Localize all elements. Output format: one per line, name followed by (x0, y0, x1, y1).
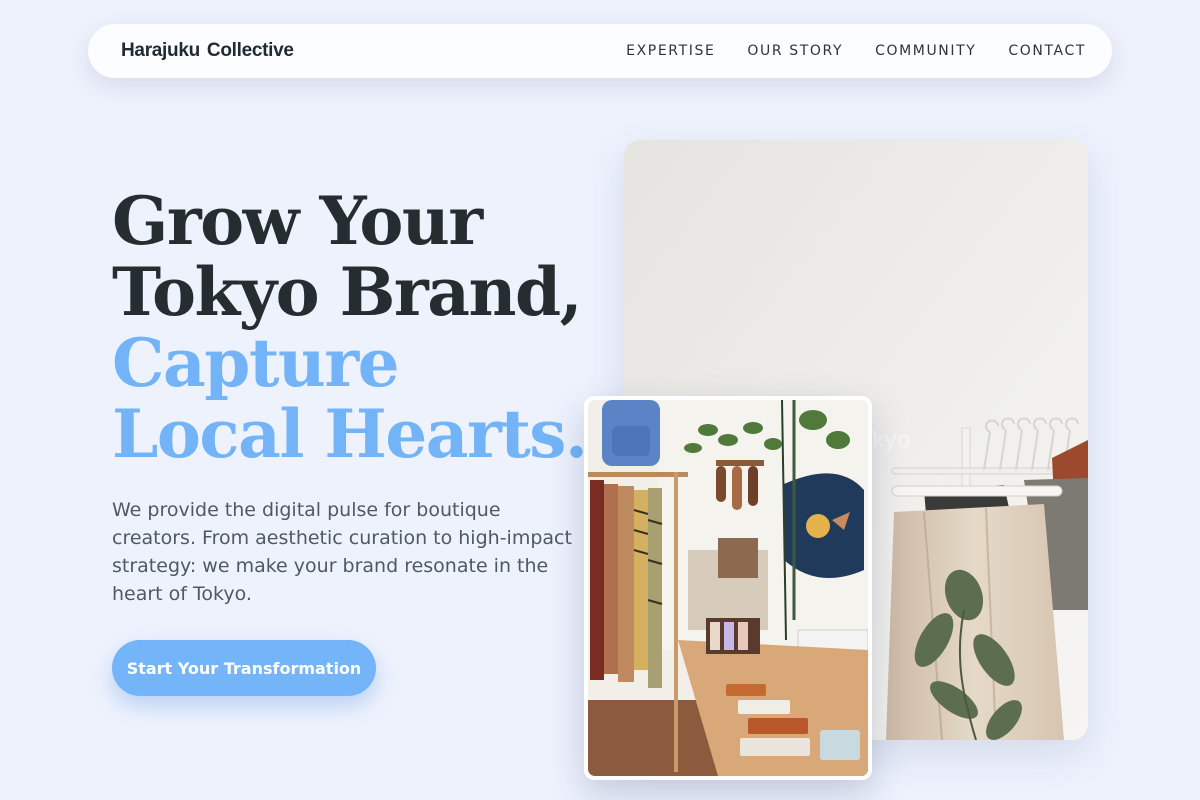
nav-link-our-story[interactable]: OUR STORY (747, 43, 843, 59)
hero-headline: Grow Your Tokyo Brand, Capture Local Hea… (112, 186, 632, 470)
photo-watermark-text: kyo (872, 428, 911, 453)
headline-line-2: Tokyo Brand, (112, 253, 583, 331)
hero-description: We provide the digital pulse for boutiqu… (112, 499, 572, 605)
brand-logo[interactable]: Harajuku Collective (121, 40, 294, 62)
headline-line-3: Capture (112, 324, 400, 402)
nav-link-expertise[interactable]: EXPERTISE (626, 43, 715, 59)
nav-links: EXPERTISE OUR STORY COMMUNITY CONTACT (626, 43, 1086, 59)
headline-line-1: Grow Your (112, 182, 483, 260)
nav-link-community[interactable]: COMMUNITY (875, 43, 976, 59)
start-transformation-button[interactable]: Start Your Transformation (112, 640, 376, 696)
brand-word-1: Harajuku (121, 40, 200, 61)
boutique-interior-illustration (588, 400, 868, 776)
nav-link-contact[interactable]: CONTACT (1008, 43, 1086, 59)
boutique-interior-photo (584, 396, 872, 780)
top-nav: Harajuku Collective EXPERTISE OUR STORY C… (88, 24, 1112, 78)
brand-word-2: Collective (206, 40, 294, 61)
headline-line-4: Local Hearts. (112, 395, 588, 473)
